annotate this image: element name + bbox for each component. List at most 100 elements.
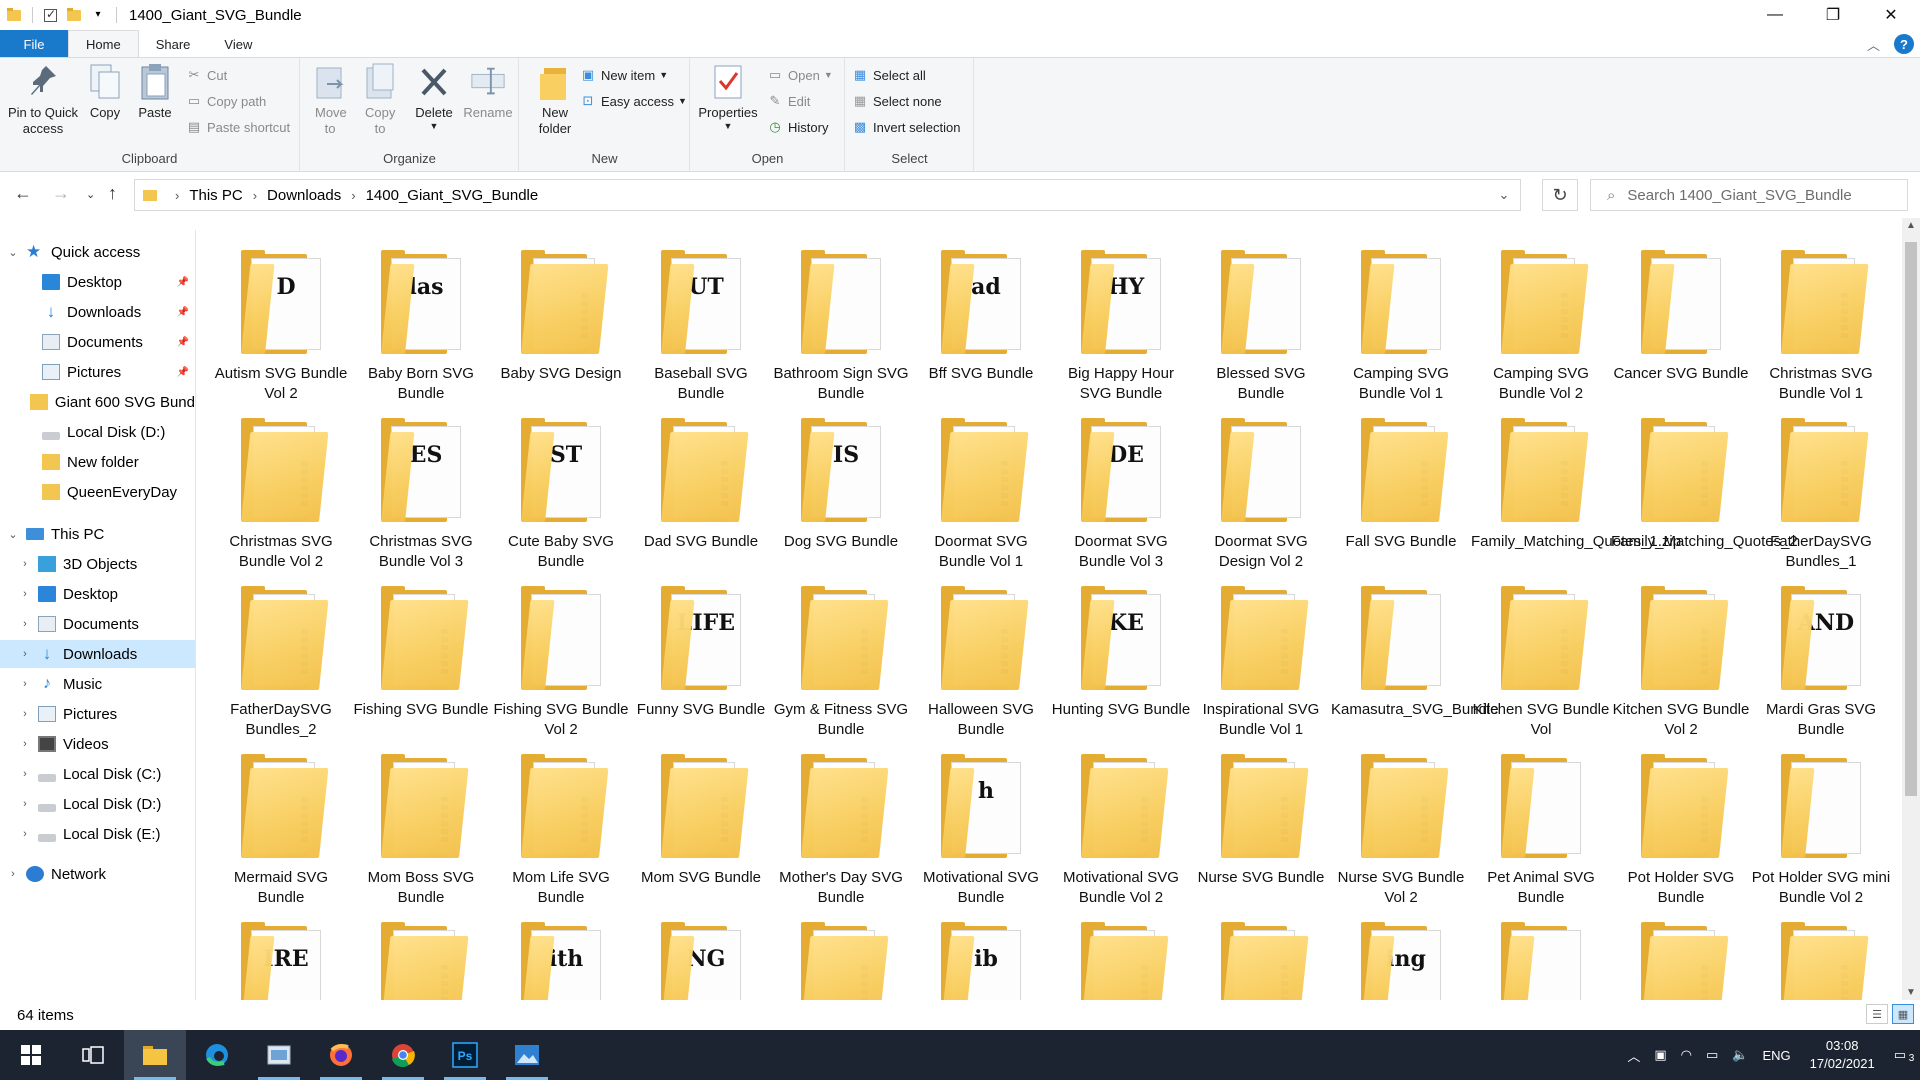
folder-item[interactable]: Family_Matching_Quotes_2 — [1611, 406, 1798, 574]
nav-network[interactable]: › Network — [0, 860, 195, 888]
breadcrumb-chevron-icon[interactable]: › — [351, 188, 355, 203]
folder-item[interactable]: Pot Holder SVG Bundle — [1611, 742, 1751, 910]
folder-item[interactable]: DE Doormat SVG Bundle Vol 3 — [1051, 406, 1191, 574]
folder-item[interactable]: Blessed SVG Bundle — [1191, 238, 1331, 406]
expand-chevron-icon[interactable]: › — [18, 618, 32, 630]
folder-item[interactable]: ST Cute Baby SVG Bundle — [491, 406, 631, 574]
easy-access-button[interactable]: ⊡ Easy access ▼ — [580, 90, 687, 112]
folder-item[interactable] — [1611, 910, 1751, 1000]
expand-chevron-icon[interactable]: › — [18, 588, 32, 600]
volume-icon[interactable]: 🔈 — [1732, 1047, 1748, 1063]
address-history-chevron-icon[interactable]: ⌄ — [1489, 180, 1519, 210]
history-button[interactable]: ◷ History — [767, 116, 828, 138]
new-item-button[interactable]: ▣ New item ▼ — [580, 64, 668, 86]
move-to-button[interactable]: Move to — [309, 62, 351, 137]
folder-item[interactable]: Kitchen SVG Bundle Vol 2 — [1611, 574, 1751, 742]
paste-button[interactable]: Paste — [134, 62, 176, 121]
clock[interactable]: 03:08 17/02/2021 — [1810, 1037, 1875, 1073]
folder-item[interactable]: Kitchen SVG Bundle Vol — [1471, 574, 1611, 742]
paste-shortcut-button[interactable]: ▤ Paste shortcut — [186, 116, 290, 138]
scroll-down-arrow-icon[interactable]: ▼ — [1902, 987, 1920, 998]
details-view-icon[interactable]: ☰ — [1866, 1004, 1888, 1024]
nav-pc-item[interactable]: › Videos — [0, 730, 195, 758]
folder-item[interactable]: Mom Life SVG Bundle — [491, 742, 631, 910]
pin-icon[interactable]: 📌 — [177, 367, 189, 378]
expand-chevron-icon[interactable]: › — [18, 828, 32, 840]
tab-share[interactable]: Share — [139, 30, 208, 58]
photo-viewer-taskbar-icon[interactable] — [248, 1030, 310, 1080]
delete-button[interactable]: Delete ▼ — [413, 62, 455, 131]
start-windows-icon[interactable] — [0, 1030, 62, 1080]
tray-app-icon[interactable]: ▣ — [1654, 1047, 1666, 1063]
new-folder-qat-icon[interactable] — [67, 7, 81, 21]
folder-item[interactable]: HY Big Happy Hour SVG Bundle — [1051, 238, 1191, 406]
folder-item[interactable] — [1751, 910, 1891, 1000]
expand-chevron-icon[interactable]: › — [18, 708, 32, 720]
nav-quick-item[interactable]: QueenEveryDay — [0, 478, 195, 506]
edge-browser-icon[interactable] — [186, 1030, 248, 1080]
folder-item[interactable] — [1051, 910, 1191, 1000]
folder-item[interactable]: KE Hunting SVG Bundle — [1051, 574, 1191, 742]
open-button[interactable]: ▭ Open ▼ — [767, 64, 833, 86]
folder-item[interactable]: Mom SVG Bundle — [631, 742, 771, 910]
customize-qat-dropdown-icon[interactable]: ▾ — [91, 8, 105, 22]
nav-pc-item[interactable]: › Local Disk (C:) — [0, 760, 195, 788]
copy-path-button[interactable]: ▭ Copy path — [186, 90, 266, 112]
breadcrumb-downloads[interactable]: Downloads — [267, 187, 341, 204]
folder-item[interactable]: AND Mardi Gras SVG Bundle — [1751, 574, 1891, 742]
tab-home[interactable]: Home — [68, 30, 139, 58]
folder-item[interactable]: Cancer SVG Bundle — [1611, 238, 1751, 406]
search-input[interactable]: ⌕ Search 1400_Giant_SVG_Bundle — [1590, 179, 1908, 211]
folder-item[interactable]: Nurse SVG Bundle Vol 2 — [1331, 742, 1471, 910]
properties-dropdown-icon[interactable]: ▼ — [724, 121, 733, 131]
folder-item[interactable]: Doormat SVG Design Vol 2 — [1191, 406, 1331, 574]
chrome-icon[interactable] — [372, 1030, 434, 1080]
nav-quick-item[interactable]: Documents 📌 — [0, 328, 195, 356]
nav-quick-access[interactable]: ⌄ ★ Quick access — [0, 238, 195, 266]
expand-chevron-icon[interactable]: › — [18, 798, 32, 810]
tab-view[interactable]: View — [207, 30, 269, 58]
folder-item[interactable]: D Autism SVG Bundle Vol 2 — [211, 238, 351, 406]
folder-item[interactable] — [1191, 910, 1331, 1000]
folder-item[interactable]: Mom Boss SVG Bundle — [351, 742, 491, 910]
recent-locations-chevron-icon[interactable]: ⌄ — [86, 188, 95, 201]
copy-to-button[interactable]: Copy to — [359, 62, 401, 137]
folder-item[interactable]: Dad SVG Bundle — [631, 406, 771, 574]
collapse-ribbon-icon[interactable]: ︿ — [1867, 35, 1880, 54]
folder-item[interactable]: Fall SVG Bundle — [1331, 406, 1471, 574]
photos-app-icon[interactable] — [496, 1030, 558, 1080]
maximize-button[interactable]: ❐ — [1804, 0, 1862, 30]
breadcrumb-chevron-icon[interactable]: › — [175, 188, 179, 203]
folder-item[interactable]: Pot Holder SVG mini Bundle Vol 2 — [1751, 742, 1891, 910]
pin-icon[interactable]: 📌 — [177, 307, 189, 318]
rename-button[interactable]: Rename — [463, 62, 513, 121]
nav-quick-item[interactable]: ↓ Downloads 📌 — [0, 298, 195, 326]
cut-button[interactable]: ✂ Cut — [186, 64, 228, 86]
folder-item[interactable]: Mermaid SVG Bundle — [211, 742, 351, 910]
nav-pc-item[interactable]: › Local Disk (E:) — [0, 820, 195, 848]
scrollbar-thumb[interactable] — [1905, 242, 1917, 796]
nav-quick-item[interactable]: Local Disk (D:) — [0, 418, 195, 446]
expanded-chevron-icon[interactable]: ⌄ — [6, 246, 20, 259]
folder-item[interactable]: las Baby Born SVG Bundle — [351, 238, 491, 406]
folder-item[interactable]: NG — [631, 910, 771, 1000]
nav-quick-item[interactable]: Desktop 📌 — [0, 268, 195, 296]
folder-item[interactable]: Kamasutra_SVG_Bundle — [1331, 574, 1499, 742]
forward-arrow-icon[interactable]: → — [52, 183, 70, 204]
up-arrow-icon[interactable]: ↑ — [108, 183, 117, 204]
breadcrumb-chevron-icon[interactable]: › — [253, 188, 257, 203]
expanded-chevron-icon[interactable]: ⌄ — [6, 528, 20, 541]
new-folder-button[interactable]: New folder — [532, 62, 578, 137]
nav-pc-item[interactable]: › Documents — [0, 610, 195, 638]
select-none-button[interactable]: ▦ Select none — [852, 90, 942, 112]
delete-dropdown-icon[interactable]: ▼ — [430, 121, 439, 131]
expand-chevron-icon[interactable]: › — [18, 558, 32, 570]
folder-item[interactable]: Fishing SVG Bundle — [351, 574, 491, 742]
help-icon[interactable]: ? — [1894, 34, 1914, 54]
firefox-icon[interactable] — [310, 1030, 372, 1080]
refresh-icon[interactable]: ↻ — [1542, 179, 1578, 211]
folder-item[interactable]: Camping SVG Bundle Vol 2 — [1471, 238, 1611, 406]
folder-item[interactable]: Gym & Fitness SVG Bundle — [771, 574, 911, 742]
scroll-up-arrow-icon[interactable]: ▲ — [1902, 220, 1920, 231]
breadcrumb-this-pc[interactable]: This PC — [189, 187, 242, 204]
